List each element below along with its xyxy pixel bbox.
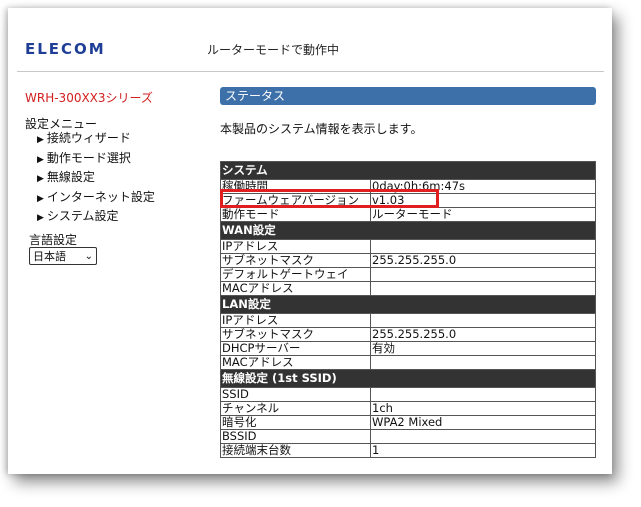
row-key: 動作モード	[220, 207, 371, 222]
row-key: MACアドレス	[220, 355, 371, 370]
menu-item-system-settings[interactable]: ▶ システム設定	[37, 208, 155, 228]
row-key: IPアドレス	[220, 313, 371, 328]
menu-item-label: 無線設定	[46, 170, 95, 185]
row-value: v1.03	[370, 193, 596, 208]
header-divider	[17, 71, 604, 72]
section-header-row: 無線設定 (1st SSID)	[220, 369, 596, 388]
table-row: 動作モード ルーターモード	[220, 207, 596, 222]
row-value	[370, 429, 596, 444]
row-key: デフォルトゲートウェイ	[220, 267, 371, 282]
triangle-right-icon: ▶	[37, 135, 44, 145]
menu-item-internet-settings[interactable]: ▶ インターネット設定	[37, 189, 155, 209]
row-value	[370, 239, 596, 254]
section-header-row: システム	[220, 161, 596, 180]
section-title: LAN設定	[220, 295, 596, 314]
table-row: ファームウェアバージョン v1.03	[220, 193, 596, 208]
row-key: ファームウェアバージョン	[220, 193, 371, 208]
row-value: 有効	[370, 341, 596, 356]
table-row: 稼働時間 0day:0h:6m:47s	[220, 179, 596, 194]
page-description: 本製品のシステム情報を表示します。	[220, 122, 423, 136]
row-value	[370, 313, 596, 328]
row-key: 接続端末台数	[220, 443, 371, 458]
status-table: システム 稼働時間 0day:0h:6m:47s ファームウェアバージョン v1.03 動…	[220, 161, 596, 458]
table-row: IPアドレス	[220, 313, 596, 328]
row-value	[370, 281, 596, 296]
page-title: ステータス	[220, 87, 596, 105]
language-select[interactable]: 日本語 ⌄	[29, 247, 97, 265]
row-value: 1ch	[370, 401, 596, 416]
menu-item-label: 動作モード選択	[46, 150, 131, 165]
table-row: MACアドレス	[220, 355, 596, 370]
menu-item-wireless-settings[interactable]: ▶ 無線設定	[37, 169, 155, 189]
row-value: ルーターモード	[370, 207, 596, 222]
table-row: DHCPサーバー 有効	[220, 341, 596, 356]
triangle-right-icon: ▶	[37, 193, 44, 204]
product-series-label: WRH-300XX3シリーズ	[25, 91, 153, 105]
table-row: MACアドレス	[220, 281, 596, 296]
row-key: IPアドレス	[220, 239, 371, 254]
row-value: WPA2 Mixed	[370, 415, 596, 430]
row-key: チャンネル	[220, 401, 371, 416]
triangle-right-icon: ▶	[37, 174, 44, 185]
row-value: 0day:0h:6m:47s	[370, 179, 596, 194]
menu-item-label: 接続ウィザード	[46, 131, 131, 145]
table-row: BSSID	[220, 429, 596, 444]
row-value: 1	[370, 443, 596, 458]
row-key: MACアドレス	[220, 281, 371, 296]
language-select-value: 日本語	[33, 250, 66, 263]
table-row: チャンネル 1ch	[220, 401, 596, 416]
row-key: 稼働時間	[220, 179, 371, 194]
row-value	[370, 267, 596, 282]
row-key: DHCPサーバー	[220, 341, 371, 356]
language-settings-label: 言語設定	[29, 233, 78, 247]
table-row: サブネットマスク 255.255.255.0	[220, 253, 596, 268]
menu-item-label: システム設定	[46, 209, 119, 224]
row-key: SSID	[220, 387, 371, 402]
table-row: 暗号化 WPA2 Mixed	[220, 415, 596, 430]
row-key: 暗号化	[220, 415, 371, 430]
table-row: サブネットマスク 255.255.255.0	[220, 327, 596, 342]
row-key: BSSID	[220, 429, 371, 444]
section-header-row: LAN設定	[220, 295, 596, 314]
chevron-down-icon: ⌄	[84, 250, 93, 262]
row-value	[370, 387, 596, 402]
settings-menu: ▶ 接続ウィザード ▶ 動作モード選択 ▶ 無線設定 ▶ インターネット設定 ▶ システム…	[37, 130, 155, 228]
elecom-logo[interactable]: ELECOM	[25, 40, 106, 58]
table-row: 接続端末台数 1	[220, 443, 596, 458]
row-key: サブネットマスク	[220, 253, 371, 268]
row-key: サブネットマスク	[220, 327, 371, 342]
table-row: デフォルトゲートウェイ	[220, 267, 596, 282]
menu-item-label: インターネット設定	[46, 189, 155, 204]
row-value: 255.255.255.0	[370, 253, 596, 268]
section-title: 無線設定 (1st SSID)	[220, 369, 596, 388]
table-row: SSID	[220, 387, 596, 402]
menu-item-connection-wizard[interactable]: ▶ 接続ウィザード	[37, 130, 155, 150]
section-title: システム	[220, 161, 596, 180]
row-value	[370, 355, 596, 370]
triangle-right-icon: ▶	[37, 154, 44, 165]
operating-mode-text: ルーターモードで動作中	[207, 43, 340, 57]
section-header-row: WAN設定	[220, 221, 596, 240]
table-row: IPアドレス	[220, 239, 596, 254]
row-value: 255.255.255.0	[370, 327, 596, 342]
triangle-right-icon: ▶	[37, 213, 44, 224]
section-title: WAN設定	[220, 221, 596, 240]
router-admin-page: ELECOM ルーターモードで動作中 WRH-300XX3シリーズ 設定メニュー…	[17, 18, 604, 465]
menu-item-operation-mode[interactable]: ▶ 動作モード選択	[37, 150, 155, 170]
